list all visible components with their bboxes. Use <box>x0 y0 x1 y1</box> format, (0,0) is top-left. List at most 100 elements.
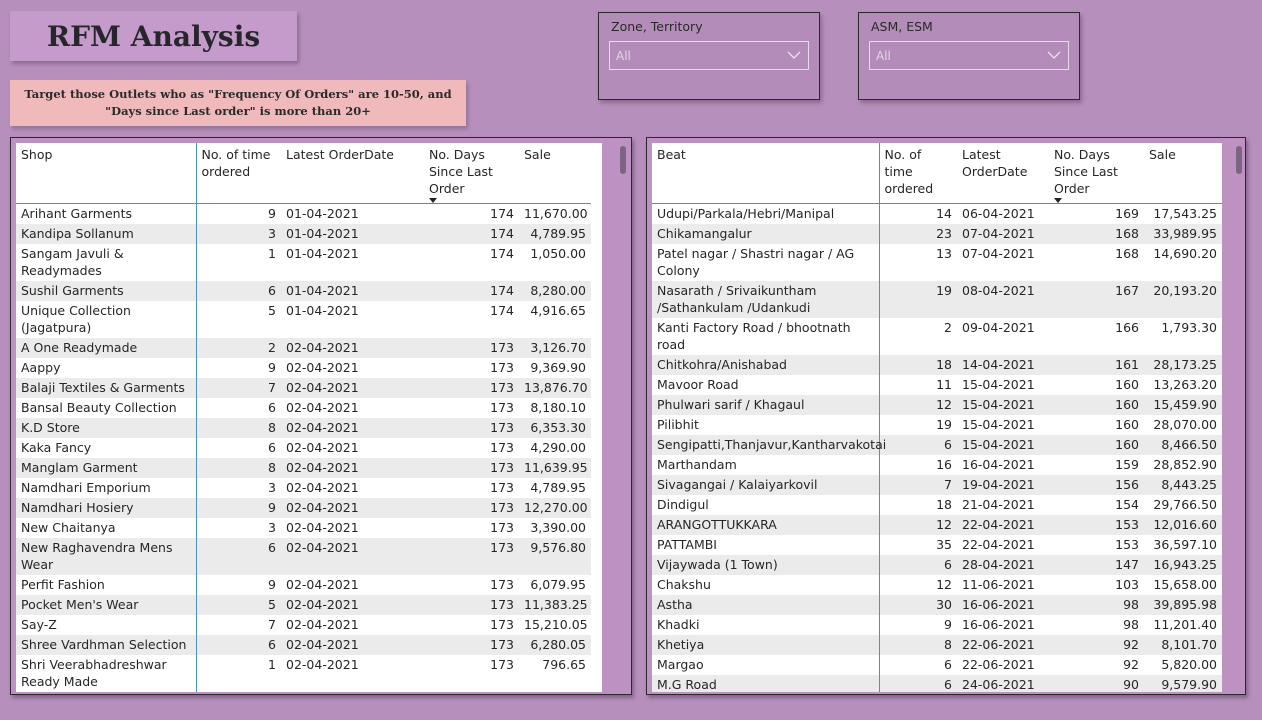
table-row[interactable]: New Raghavendra Mens Wear 6 02-04-2021 173 9… <box>16 538 591 575</box>
table-row[interactable]: New Chaitanya 3 02-04-2021 173 3,390.00 <box>16 518 591 538</box>
latest-orderdate-cell: 02-04-2021 <box>281 438 424 458</box>
latest-orderdate-cell: 02-04-2021 <box>281 358 424 378</box>
table-row[interactable]: Kandipa Sollanum 3 01-04-2021 174 4,789.95 <box>16 224 591 244</box>
table-row[interactable]: Shree Vardhman Selection 6 02-04-2021 173 6,… <box>16 635 591 655</box>
table-row[interactable]: Aappy 9 02-04-2021 173 9,369.90 <box>16 358 591 378</box>
table-row[interactable]: Sivagangai / Kalaiyarkovil 7 19-04-2021 156… <box>652 475 1222 495</box>
shop-table-scrollbar[interactable] <box>617 143 629 692</box>
days-since-cell: 173 <box>424 518 519 538</box>
days-since-cell: 173 <box>424 358 519 378</box>
sort-descending-icon <box>1054 198 1062 203</box>
col-header-latest-orderdate[interactable]: Latest OrderDate <box>957 143 1049 204</box>
table-row[interactable]: Pilibhit 19 15-04-2021 160 28,070.00 <box>652 415 1222 435</box>
table-row[interactable]: Kanti Factory Road / bhootnath road 2 09-0… <box>652 318 1222 355</box>
table-row[interactable]: Chikamangalur 23 07-04-2021 168 33,989.95 <box>652 224 1222 244</box>
table-row[interactable]: PATTAMBI 35 22-04-2021 153 36,597.10 <box>652 535 1222 555</box>
col-header-times-ordered[interactable]: No. of time ordered <box>196 143 281 204</box>
table-row[interactable]: Khadki 9 16-06-2021 98 11,201.40 <box>652 615 1222 635</box>
col-header-sale[interactable]: Sale <box>1144 143 1222 204</box>
table-row[interactable]: Bansal Beauty Collection 6 02-04-2021 173 8,… <box>16 398 591 418</box>
sale-cell: 3,126.70 <box>519 338 591 358</box>
latest-orderdate-cell: 02-04-2021 <box>281 538 424 575</box>
times-ordered-cell: 13 <box>879 244 957 281</box>
table-row[interactable]: Vijaywada (1 Town) 6 28-04-2021 147 16,943.2… <box>652 555 1222 575</box>
table-row[interactable]: A One Readymade 2 02-04-2021 173 3,126.70 <box>16 338 591 358</box>
name-cell: Khetiya <box>652 635 880 655</box>
table-row[interactable]: Pocket Men's Wear 5 02-04-2021 173 11,383.25 <box>16 595 591 615</box>
table-row[interactable]: Unique Collection (Jagatpura) 5 01-04-2021… <box>16 301 591 338</box>
times-ordered-cell: 3 <box>196 224 281 244</box>
table-row[interactable]: Sangam Javuli & Readymades 1 01-04-2021 174… <box>16 244 591 281</box>
sale-cell: 6,079.95 <box>519 575 591 595</box>
table-row[interactable]: Chakshu 12 11-06-2021 103 15,658.00 <box>652 575 1222 595</box>
col-header-times-ordered[interactable]: No. of time ordered <box>879 143 957 204</box>
beat-table-scrollbar[interactable] <box>1233 143 1245 692</box>
latest-orderdate-cell: 01-04-2021 <box>281 224 424 244</box>
name-cell: Sengipatti,Thanjavur,Kantharvakotai <box>652 435 886 455</box>
name-cell: Nasarath / Srivaikuntham /Sathankulam /U… <box>652 281 880 318</box>
sale-cell: 5,820.00 <box>1144 655 1222 675</box>
table-row[interactable]: Namdhari Hosiery 9 02-04-2021 173 12,270.00 <box>16 498 591 518</box>
times-ordered-cell: 11 <box>879 375 957 395</box>
table-row[interactable]: Dindigul 18 21-04-2021 154 29,766.50 <box>652 495 1222 515</box>
table-row[interactable]: Kaka Fancy 6 02-04-2021 173 4,290.00 <box>16 438 591 458</box>
table-row[interactable]: Nasarath / Srivaikuntham /Sathankulam /U… <box>652 281 1222 318</box>
table-row[interactable]: Namdhari Emporium 3 02-04-2021 173 4,789.95 <box>16 478 591 498</box>
col-header-latest-orderdate[interactable]: Latest OrderDate <box>281 143 424 204</box>
latest-orderdate-cell: 11-06-2021 <box>957 575 1049 595</box>
latest-orderdate-cell: 02-04-2021 <box>281 655 424 692</box>
sale-cell: 28,173.25 <box>1144 355 1222 375</box>
table-row[interactable]: Udupi/Parkala/Hebri/Manipal 14 06-04-2021 1… <box>652 203 1222 224</box>
table-row[interactable]: Margao 6 22-06-2021 92 5,820.00 <box>652 655 1222 675</box>
shop-table-scroll-thumb[interactable] <box>620 146 626 174</box>
table-row[interactable]: Mavoor Road 11 15-04-2021 160 13,263.20 <box>652 375 1222 395</box>
col-header-days-since-last-order[interactable]: No. Days Since Last Order <box>1049 143 1144 204</box>
col-header-days-since-last-order[interactable]: No. Days Since Last Order <box>424 143 519 204</box>
sale-cell: 8,101.70 <box>1144 635 1222 655</box>
latest-orderdate-cell: 02-04-2021 <box>281 575 424 595</box>
beat-table-body: Udupi/Parkala/Hebri/Manipal 14 06-04-2021 1… <box>652 203 1222 692</box>
table-row[interactable]: Shri Veerabhadreshwar Ready Made 1 02-04-2… <box>16 655 591 692</box>
table-row[interactable]: Manglam Garment 8 02-04-2021 173 11,639.95 <box>16 458 591 478</box>
days-since-cell: 174 <box>424 224 519 244</box>
table-row[interactable]: Sushil Garments 6 01-04-2021 174 8,280.00 <box>16 281 591 301</box>
name-cell: Arihant Garments <box>16 203 197 224</box>
days-since-cell: 173 <box>424 655 519 692</box>
name-cell: Namdhari Hosiery <box>16 498 197 518</box>
table-row[interactable]: K.D Store 8 02-04-2021 173 6,353.30 <box>16 418 591 438</box>
times-ordered-cell: 5 <box>196 301 281 338</box>
page-title: RFM Analysis <box>46 19 261 53</box>
name-cell: Shri Veerabhadreshwar Ready Made <box>16 655 197 692</box>
days-since-cell: 92 <box>1049 655 1144 675</box>
table-row[interactable]: Chitkohra/Anishabad 18 14-04-2021 161 28,173… <box>652 355 1222 375</box>
col-header-beat[interactable]: Beat <box>652 143 880 204</box>
sale-cell: 1,050.00 <box>519 244 591 281</box>
table-row[interactable]: Sengipatti,Thanjavur,Kantharvakotai 6 15-0… <box>652 435 1222 455</box>
table-row[interactable]: Arihant Garments 9 01-04-2021 174 11,670.00 <box>16 203 591 224</box>
table-row[interactable]: Phulwari sarif / Khagaul 12 15-04-2021 160 1… <box>652 395 1222 415</box>
zone-territory-dropdown[interactable]: All <box>609 41 809 70</box>
shop-table-panel: Shop No. of time ordered Latest OrderDat… <box>10 137 632 695</box>
table-row[interactable]: Marthandam 16 16-04-2021 159 28,852.90 <box>652 455 1222 475</box>
col-header-shop[interactable]: Shop <box>16 143 197 204</box>
col-header-sale[interactable]: Sale <box>519 143 591 204</box>
table-row[interactable]: Say-Z 7 02-04-2021 173 15,210.05 <box>16 615 591 635</box>
times-ordered-cell: 9 <box>196 203 281 224</box>
asm-esm-dropdown[interactable]: All <box>869 41 1069 70</box>
table-row[interactable]: M.G Road 6 24-06-2021 90 9,579.90 <box>652 675 1222 692</box>
days-since-cell: 160 <box>1049 435 1144 455</box>
sale-cell: 15,210.05 <box>519 615 591 635</box>
table-row[interactable]: Balaji Textiles & Garments 7 02-04-2021 173… <box>16 378 591 398</box>
beat-table-scroll-thumb[interactable] <box>1236 146 1242 174</box>
days-since-cell: 173 <box>424 615 519 635</box>
table-row[interactable]: ARANGOTTUKKARA 12 22-04-2021 153 12,016.60 <box>652 515 1222 535</box>
name-cell: New Chaitanya <box>16 518 197 538</box>
table-row[interactable]: Perfit Fashion 9 02-04-2021 173 6,079.95 <box>16 575 591 595</box>
table-row[interactable]: Astha 30 16-06-2021 98 39,895.98 <box>652 595 1222 615</box>
days-since-cell: 173 <box>424 538 519 575</box>
table-row[interactable]: Khetiya 8 22-06-2021 92 8,101.70 <box>652 635 1222 655</box>
name-cell: Perfit Fashion <box>16 575 197 595</box>
table-row[interactable]: Patel nagar / Shastri nagar / AG Colony 1… <box>652 244 1222 281</box>
latest-orderdate-cell: 02-04-2021 <box>281 615 424 635</box>
name-cell: Kaka Fancy <box>16 438 197 458</box>
